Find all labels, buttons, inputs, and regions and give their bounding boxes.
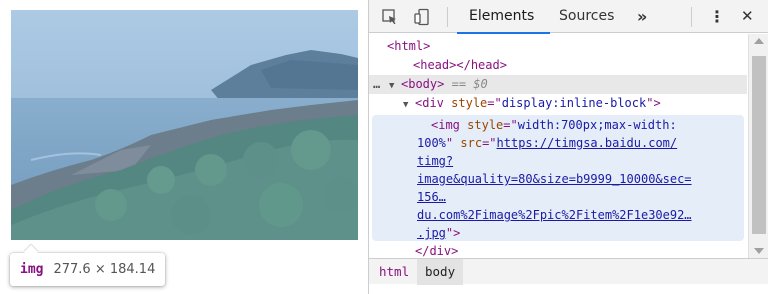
page-viewport: img 277.6 × 184.14 <box>0 0 368 294</box>
inspected-image[interactable] <box>11 10 358 240</box>
inspect-cursor-icon[interactable] <box>379 6 401 28</box>
scroll-up-arrow-icon[interactable] <box>754 38 764 44</box>
tree-line-img-cont: image&quality=80&size=b9999_10000&sec= <box>417 170 747 189</box>
toolbar-separator <box>447 7 448 27</box>
tree-line-head[interactable]: <head></head> <box>401 56 747 75</box>
tab-sources[interactable]: Sources <box>559 0 614 33</box>
tree-line-img-cont: 156… <box>417 188 747 207</box>
tree-line-img-cont: timg? <box>417 152 747 171</box>
img-src-link[interactable]: .jpg <box>417 226 446 240</box>
close-icon[interactable]: ✕ <box>741 0 754 33</box>
tooltip-dimensions: 277.6 × 184.14 <box>53 262 156 277</box>
tree-line-body[interactable]: … ▼ <body> == $0 <box>369 75 747 94</box>
devtools-toolbar: Elements Sources » ⋮ ✕ <box>369 0 768 34</box>
dom-tree-scrollbar[interactable] <box>748 34 768 258</box>
devtools-panel: Elements Sources » ⋮ ✕ <html> <head></he… <box>368 0 768 294</box>
ellipsis-menu-icon[interactable]: … <box>373 75 380 94</box>
breadcrumb-body[interactable]: body <box>417 259 464 285</box>
element-tooltip: img 277.6 × 184.14 <box>10 253 166 286</box>
img-src-link[interactable]: https://timgsa.baidu.com/ <box>497 136 678 150</box>
dom-tree[interactable]: <html> <head></head> … ▼ <body> == $0 ▼ <d… <box>369 34 747 258</box>
tree-line-img-cont: .jpg"> <box>417 226 461 240</box>
img-src-link[interactable]: timg? <box>417 154 453 168</box>
tree-line-img-cont: 100%" src="https://timgsa.baidu.com/ <box>417 136 678 150</box>
selected-node-marker: == $0 <box>451 77 488 91</box>
breadcrumb: html body <box>369 258 768 285</box>
element-highlight-overlay <box>11 10 358 240</box>
device-toolbar-icon[interactable] <box>411 6 433 28</box>
tab-elements[interactable]: Elements <box>456 0 551 34</box>
tooltip-tag-name: img <box>20 262 44 277</box>
collapse-triangle-icon[interactable]: ▼ <box>389 77 401 96</box>
tree-line-img-cont: du.com%2Fimage%2Fpic%2Fitem%2F1e30e92… <box>417 206 747 225</box>
img-src-link[interactable]: 156… <box>417 190 446 204</box>
img-src-link[interactable]: image&quality=80&size=b9999_10000&sec= <box>417 172 692 186</box>
toolbar-separator <box>691 7 692 27</box>
tree-line-div[interactable]: ▼ <div style="display:inline-block"> <box>403 94 747 113</box>
kebab-menu-icon[interactable]: ⋮ <box>709 0 725 33</box>
breadcrumb-html[interactable]: html <box>371 259 417 285</box>
scrollbar-thumb[interactable] <box>752 56 766 234</box>
collapse-triangle-icon[interactable]: ▼ <box>403 96 415 115</box>
more-tabs-chevron-icon[interactable]: » <box>637 0 647 33</box>
img-src-link[interactable]: du.com%2Fimage%2Fpic%2Fitem%2F1e30e92… <box>417 208 692 222</box>
tree-line-img[interactable]: <img style="width:700px;max-width: <box>431 116 747 135</box>
tree-line-div-close[interactable]: </div> <box>415 242 747 258</box>
tree-line-html[interactable]: <html> <box>387 37 747 56</box>
scroll-down-arrow-icon[interactable] <box>754 248 764 254</box>
